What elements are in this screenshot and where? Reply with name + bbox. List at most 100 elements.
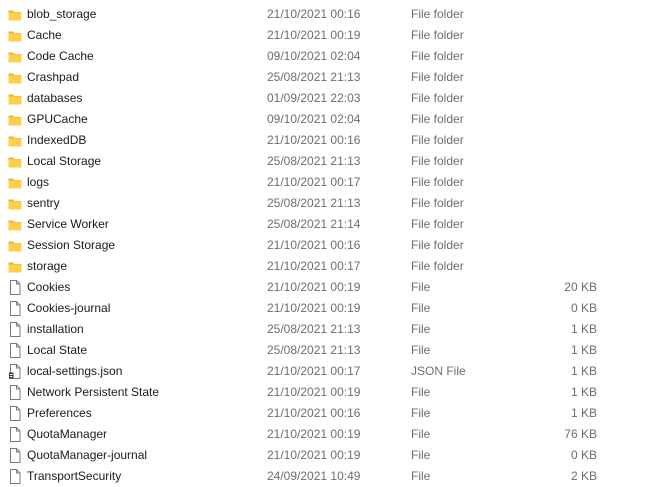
list-item-transportsecurity[interactable]: TransportSecurity 24/09/2021 10:49 File … xyxy=(0,466,646,487)
date-modified: 25/08/2021 21:13 xyxy=(267,154,361,168)
file-size: 1 KB xyxy=(570,385,597,399)
list-item-cookies-journal[interactable]: Cookies-journal 21/10/2021 00:19 File 0 … xyxy=(0,298,646,319)
file-icon xyxy=(8,427,22,442)
file-size: 2 KB xyxy=(570,469,597,483)
file-type: File xyxy=(411,301,431,315)
file-name: Network Persistent State xyxy=(27,385,160,399)
file-name: Cache xyxy=(27,28,62,42)
file-icon xyxy=(8,448,22,463)
file-name: Cookies xyxy=(27,280,71,294)
file-type: File folder xyxy=(411,238,464,252)
list-item-indexeddb[interactable]: IndexedDB 21/10/2021 00:16 File folder xyxy=(0,130,646,151)
file-size: 1 KB xyxy=(570,364,597,378)
file-type: File folder xyxy=(411,49,464,63)
list-item-network-persistent-state[interactable]: Network Persistent State 21/10/2021 00:1… xyxy=(0,382,646,403)
file-type: File xyxy=(411,427,431,441)
date-modified: 21/10/2021 00:19 xyxy=(267,28,361,42)
list-item-session-storage[interactable]: Session Storage 21/10/2021 00:16 File fo… xyxy=(0,235,646,256)
list-item-logs[interactable]: logs 21/10/2021 00:17 File folder xyxy=(0,172,646,193)
date-modified: 25/08/2021 21:13 xyxy=(267,343,361,357)
file-name: logs xyxy=(27,175,50,189)
file-name: Code Cache xyxy=(27,49,94,63)
file-type: File folder xyxy=(411,28,464,42)
file-name: installation xyxy=(27,322,84,336)
file-name: TransportSecurity xyxy=(27,469,122,483)
file-type: File xyxy=(411,343,431,357)
list-item-blob-storage[interactable]: blob_storage 21/10/2021 00:16 File folde… xyxy=(0,4,646,25)
json-file-icon xyxy=(8,364,22,379)
file-type: File xyxy=(411,322,431,336)
list-item-local-state[interactable]: Local State 25/08/2021 21:13 File 1 KB xyxy=(0,340,646,361)
date-modified: 21/10/2021 00:16 xyxy=(267,406,361,420)
folder-icon xyxy=(8,154,22,169)
file-size: 0 KB xyxy=(570,448,597,462)
date-modified: 25/08/2021 21:14 xyxy=(267,217,361,231)
list-item-crashpad[interactable]: Crashpad 25/08/2021 21:13 File folder xyxy=(0,67,646,88)
list-item-preferences[interactable]: Preferences 21/10/2021 00:16 File 1 KB xyxy=(0,403,646,424)
folder-icon xyxy=(8,28,22,43)
file-type: File xyxy=(411,280,431,294)
file-icon xyxy=(8,385,22,400)
file-type: File folder xyxy=(411,133,464,147)
date-modified: 21/10/2021 00:17 xyxy=(267,175,361,189)
file-type: File xyxy=(411,385,431,399)
file-name: blob_storage xyxy=(27,7,97,21)
file-type: File folder xyxy=(411,175,464,189)
file-name: Crashpad xyxy=(27,70,80,84)
folder-icon xyxy=(8,259,22,274)
list-item-sentry[interactable]: sentry 25/08/2021 21:13 File folder xyxy=(0,193,646,214)
date-modified: 21/10/2021 00:16 xyxy=(267,133,361,147)
file-name: GPUCache xyxy=(27,112,88,126)
file-type: File folder xyxy=(411,154,464,168)
date-modified: 21/10/2021 00:16 xyxy=(267,7,361,21)
file-name: Local State xyxy=(27,343,88,357)
list-item-code-cache[interactable]: Code Cache 09/10/2021 02:04 File folder xyxy=(0,46,646,67)
date-modified: 21/10/2021 00:19 xyxy=(267,301,361,315)
list-item-local-storage[interactable]: Local Storage 25/08/2021 21:13 File fold… xyxy=(0,151,646,172)
file-name: Session Storage xyxy=(27,238,116,252)
file-type: File folder xyxy=(411,91,464,105)
file-name: databases xyxy=(27,91,83,105)
list-item-cookies[interactable]: Cookies 21/10/2021 00:19 File 20 KB xyxy=(0,277,646,298)
folder-icon xyxy=(8,112,22,127)
date-modified: 21/10/2021 00:17 xyxy=(267,364,361,378)
folder-icon xyxy=(8,70,22,85)
date-modified: 01/09/2021 22:03 xyxy=(267,91,361,105)
file-icon xyxy=(8,301,22,316)
file-type: File xyxy=(411,406,431,420)
list-item-local-settings-json[interactable]: local-settings.json 21/10/2021 00:17 JSO… xyxy=(0,361,646,382)
file-name: IndexedDB xyxy=(27,133,87,147)
date-modified: 09/10/2021 02:04 xyxy=(267,49,361,63)
list-item-storage[interactable]: storage 21/10/2021 00:17 File folder xyxy=(0,256,646,277)
file-size: 0 KB xyxy=(570,301,597,315)
list-item-service-worker[interactable]: Service Worker 25/08/2021 21:14 File fol… xyxy=(0,214,646,235)
folder-icon xyxy=(8,196,22,211)
list-item-gpucache[interactable]: GPUCache 09/10/2021 02:04 File folder xyxy=(0,109,646,130)
file-type: File folder xyxy=(411,112,464,126)
file-name: Preferences xyxy=(27,406,92,420)
file-list: blob_storage 21/10/2021 00:16 File folde… xyxy=(0,4,646,487)
list-item-cache[interactable]: Cache 21/10/2021 00:19 File folder xyxy=(0,25,646,46)
file-name: QuotaManager xyxy=(27,427,108,441)
file-type: File folder xyxy=(411,70,464,84)
file-type: File folder xyxy=(411,259,464,273)
file-name: sentry xyxy=(27,196,60,210)
date-modified: 21/10/2021 00:17 xyxy=(267,259,361,273)
folder-icon xyxy=(8,175,22,190)
folder-icon xyxy=(8,49,22,64)
list-item-installation[interactable]: installation 25/08/2021 21:13 File 1 KB xyxy=(0,319,646,340)
folder-icon xyxy=(8,133,22,148)
date-modified: 21/10/2021 00:16 xyxy=(267,238,361,252)
list-item-databases[interactable]: databases 01/09/2021 22:03 File folder xyxy=(0,88,646,109)
file-icon xyxy=(8,280,22,295)
list-item-quotamanager-journal[interactable]: QuotaManager-journal 21/10/2021 00:19 Fi… xyxy=(0,445,646,466)
date-modified: 25/08/2021 21:13 xyxy=(267,196,361,210)
file-icon xyxy=(8,343,22,358)
date-modified: 21/10/2021 00:19 xyxy=(267,448,361,462)
file-size: 20 KB xyxy=(564,280,597,294)
file-type: File xyxy=(411,469,431,483)
file-name: Local Storage xyxy=(27,154,102,168)
file-size: 76 KB xyxy=(564,427,597,441)
list-item-quotamanager[interactable]: QuotaManager 21/10/2021 00:19 File 76 KB xyxy=(0,424,646,445)
folder-icon xyxy=(8,238,22,253)
